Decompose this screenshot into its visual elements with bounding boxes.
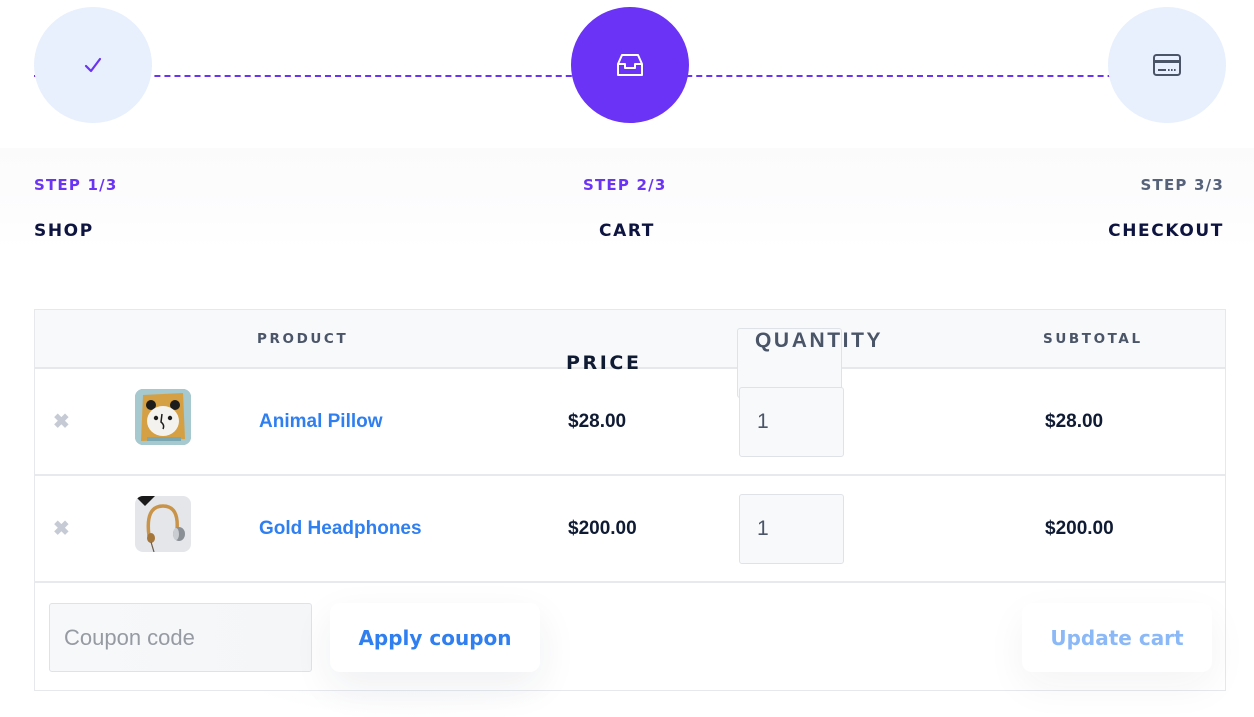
cart-row: ✖ Gold Headphones $200.00 $200.00 [35, 476, 1225, 583]
product-price: $200.00 [568, 518, 637, 539]
step-3-title[interactable]: CHECKOUT [1108, 221, 1224, 241]
update-cart-button[interactable]: Update cart [1022, 603, 1212, 672]
step-2-number: STEP 2/3 [583, 176, 667, 194]
pillow-thumbnail[interactable] [135, 389, 191, 445]
product-subtotal: $200.00 [1045, 518, 1114, 539]
cart-actions: Apply coupon Update cart [35, 583, 1225, 689]
product-link[interactable]: Animal Pillow [259, 411, 383, 433]
check-icon [84, 57, 102, 73]
cart-table-header: PRODUCT PRICE QUANTITY SUBTOTAL [35, 310, 1225, 398]
column-header-subtotal: SUBTOTAL [1043, 331, 1143, 347]
cart-page: STEP 1/3 SHOP STEP 2/3 CART STEP 3/3 CHE… [0, 0, 1254, 717]
inbox-tray-icon [617, 54, 643, 76]
credit-card-icon [1153, 54, 1181, 76]
step-3-circle[interactable] [1108, 7, 1226, 123]
headphones-thumbnail[interactable] [135, 496, 191, 552]
step-2-title[interactable]: CART [599, 221, 655, 241]
step-1-title[interactable]: SHOP [34, 221, 94, 241]
product-link[interactable]: Gold Headphones [259, 518, 422, 540]
coupon-code-input[interactable] [49, 603, 312, 672]
apply-coupon-button[interactable]: Apply coupon [330, 603, 540, 672]
cart-row: ✖ Animal Pillow $28.00 $28.00 [35, 369, 1225, 476]
quantity-input[interactable] [739, 387, 844, 457]
step-3-number: STEP 3/3 [1140, 176, 1224, 194]
product-subtotal: $28.00 [1045, 411, 1104, 432]
quantity-input[interactable] [739, 494, 844, 564]
step-2-circle[interactable] [571, 7, 689, 123]
remove-item-icon[interactable]: ✖ [53, 412, 71, 432]
step-1-circle[interactable] [34, 7, 152, 123]
step-1-number: STEP 1/3 [34, 176, 118, 194]
remove-item-icon[interactable]: ✖ [53, 519, 71, 539]
cart-table: PRODUCT PRICE QUANTITY SUBTOTAL ✖ Animal… [34, 309, 1226, 691]
product-price: $28.00 [568, 411, 627, 432]
column-header-product: PRODUCT [257, 331, 349, 347]
